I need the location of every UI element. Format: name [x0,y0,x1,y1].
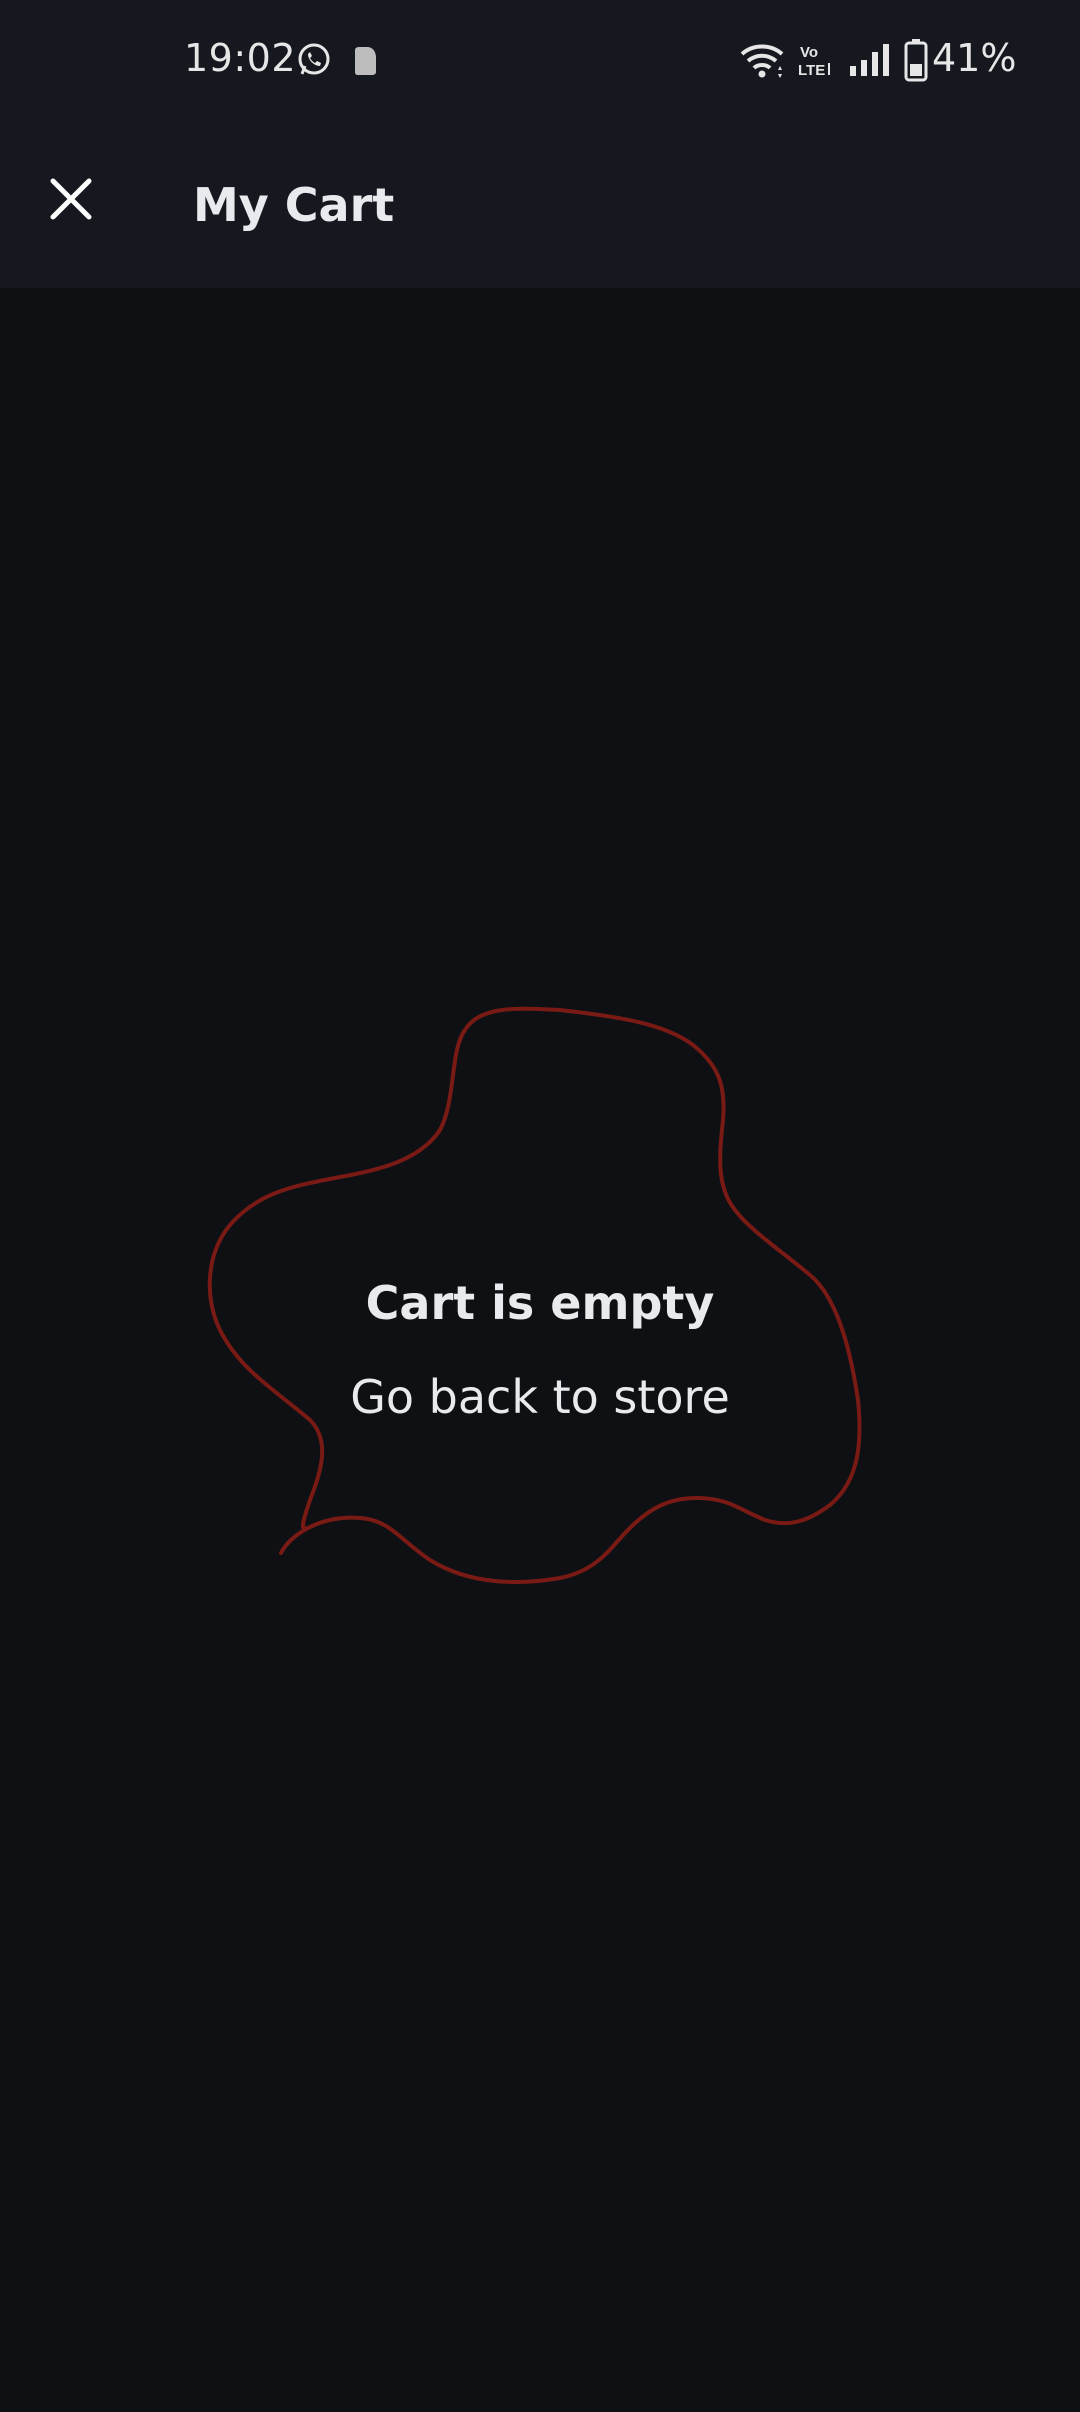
status-bar: 19:02 Vo LTE 41% [0,0,1080,122]
whatsapp-icon [298,43,330,75]
status-time: 19:02 [184,36,297,80]
signal-icon [850,44,889,76]
battery-icon [904,39,928,82]
close-icon [50,178,92,220]
go-back-to-store-link[interactable]: Go back to store [340,1370,740,1424]
svg-text:LTE: LTE [798,62,825,78]
page-title: My Cart [193,178,395,232]
cart-content [0,288,1080,2412]
wifi-icon [740,44,784,78]
app-icon [355,47,376,75]
volte-icon: Vo LTE [798,44,830,78]
battery-percentage: 41% [932,36,1017,80]
empty-cart-title: Cart is empty [365,1276,715,1330]
app-bar: My Cart [0,122,1080,288]
svg-text:Vo: Vo [800,44,818,61]
close-button[interactable] [34,162,108,236]
